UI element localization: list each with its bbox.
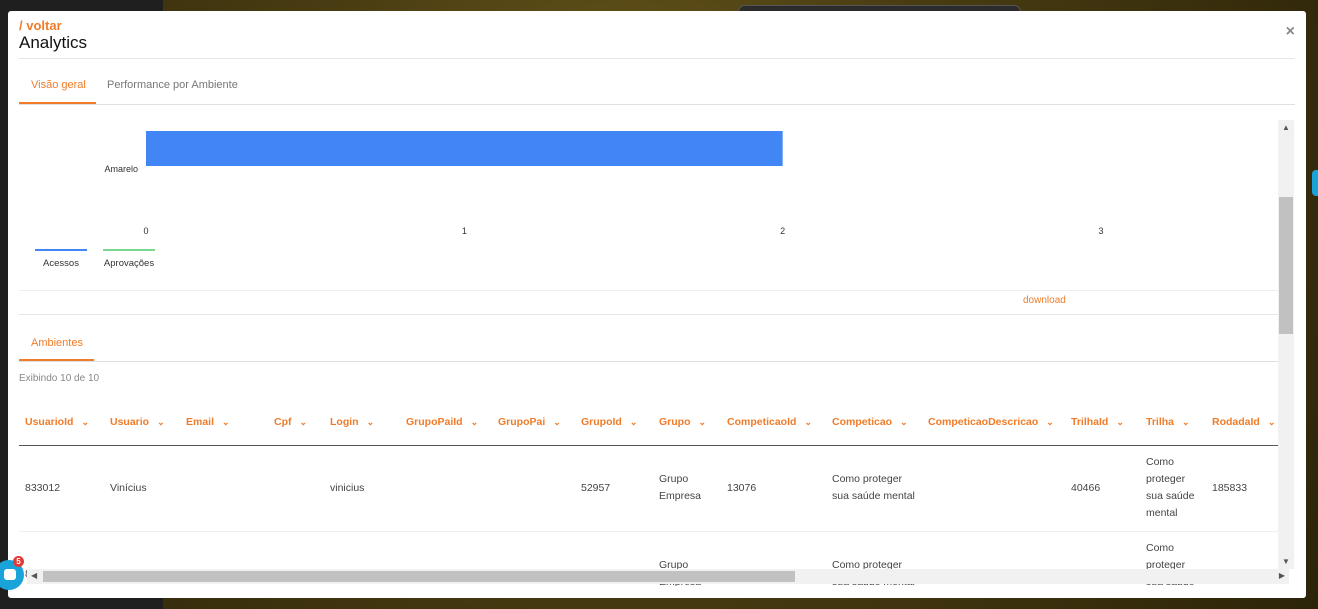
chart-card-bottom	[19, 314, 1279, 315]
chart-footer-divider	[19, 290, 1279, 291]
column-header-label: CompeticaoDescricao	[928, 416, 1039, 429]
column-header-label: RodadaId	[1212, 416, 1260, 429]
chevron-down-icon[interactable]: ⌄	[804, 417, 812, 428]
chevron-down-icon[interactable]: ⌄	[553, 417, 561, 428]
back-link[interactable]: / voltar	[19, 18, 62, 33]
chevron-down-icon[interactable]: ⌄	[222, 417, 230, 428]
column-header[interactable]: CompeticaoDescricao ⌄	[922, 400, 1065, 446]
table-cell	[492, 445, 575, 532]
tab-ambientes[interactable]: Ambientes	[31, 337, 83, 349]
table-cell	[400, 445, 492, 532]
vertical-scroll-thumb[interactable]	[1279, 197, 1293, 334]
tab-visao-geral[interactable]: Visão geral	[31, 79, 86, 91]
column-header-label: TrilhaId	[1071, 416, 1109, 429]
column-header-label: Grupo	[659, 416, 691, 429]
active-tab-indicator	[19, 102, 96, 104]
column-header[interactable]: UsuarioId ⌄	[19, 400, 104, 446]
column-header[interactable]: GrupoPaiId ⌄	[400, 400, 492, 446]
column-header[interactable]: RodadaId ⌄	[1206, 400, 1281, 446]
column-header[interactable]: GrupoPai ⌄	[492, 400, 575, 446]
horizontal-scrollbar[interactable]: ◀ ▶	[27, 569, 1289, 584]
horizontal-scroll-thumb[interactable]	[43, 571, 795, 582]
table-cell	[268, 445, 324, 532]
tab-performance-por-ambiente[interactable]: Performance por Ambiente	[107, 79, 238, 91]
table-cell: 833012	[19, 445, 104, 532]
section-tab-indicator	[19, 359, 94, 361]
column-header[interactable]: TrilhaId ⌄	[1065, 400, 1140, 446]
tab-bar: Visão geral Performance por Ambiente	[19, 73, 1295, 105]
chevron-down-icon[interactable]: ⌄	[471, 417, 479, 428]
x-tick-label: 0	[143, 226, 148, 236]
column-header[interactable]: Cpf ⌄	[268, 400, 324, 446]
column-header-label: Email	[186, 416, 215, 429]
scroll-right-icon[interactable]: ▶	[1279, 571, 1285, 580]
page-title: Analytics	[19, 33, 88, 52]
scroll-left-icon[interactable]: ◀	[31, 571, 37, 580]
column-header-label: Trilha	[1146, 416, 1175, 429]
chevron-down-icon[interactable]: ⌄	[1182, 417, 1190, 428]
scroll-down-icon[interactable]: ▼	[1282, 557, 1290, 566]
column-header-label: Cpf	[274, 416, 292, 429]
chevron-down-icon[interactable]: ⌄	[81, 417, 89, 428]
table-cell: vinicius	[324, 445, 400, 532]
chevron-down-icon[interactable]: ⌄	[900, 417, 908, 428]
column-header[interactable]: Login ⌄	[324, 400, 400, 446]
column-header-label: GrupoPaiId	[406, 416, 463, 429]
content-scroll-area[interactable]: Amarelo 0 1 2 3 Acessos Aprovações download Am…	[19, 120, 1295, 586]
chevron-down-icon[interactable]: ⌄	[630, 417, 638, 428]
chat-badge: 5	[13, 556, 24, 567]
chevron-down-icon[interactable]: ⌄	[157, 417, 165, 428]
column-header[interactable]: Email ⌄	[180, 400, 268, 446]
scroll-up-icon[interactable]: ▲	[1282, 123, 1290, 132]
column-header-label: Login	[330, 416, 359, 429]
table-cell: Como proteger sua saúde mental	[826, 445, 922, 532]
chevron-down-icon[interactable]: ⌄	[367, 417, 375, 428]
column-header[interactable]: Competicao ⌄	[826, 400, 922, 446]
chat-icon	[4, 569, 16, 580]
column-header[interactable]: Trilha ⌄	[1140, 400, 1206, 446]
x-tick-label: 1	[462, 226, 467, 236]
table-header-row: UsuarioId ⌄ Usuario ⌄ Email ⌄ Cpf ⌄ Login ⌄ GrupoP…	[19, 400, 1281, 446]
table-cell: Vinícius	[104, 445, 180, 532]
showing-count: Exibindo 10 de 10	[19, 373, 100, 384]
column-header[interactable]: Usuario ⌄	[104, 400, 180, 446]
column-header-label: GrupoPai	[498, 416, 546, 429]
section-tab-bar: Ambientes	[19, 326, 1279, 362]
table-cell	[180, 445, 268, 532]
category-label: Amarelo	[104, 164, 138, 174]
legend-label: Aprovações	[104, 258, 154, 269]
background-side-tab	[1312, 170, 1318, 196]
table-cell: 40466	[1065, 445, 1140, 532]
chevron-down-icon[interactable]: ⌄	[1046, 417, 1054, 428]
column-header-label: CompeticaoId	[727, 416, 797, 429]
table-cell: 52957	[575, 445, 653, 532]
table-row[interactable]: 833012 Vinícius vinicius 52957 Grupo Empresa…	[19, 445, 1281, 532]
column-header-label: UsuarioId	[25, 416, 74, 429]
close-icon[interactable]: ×	[1286, 23, 1295, 41]
column-header-label: GrupoId	[581, 416, 622, 429]
x-tick-label: 2	[780, 226, 785, 236]
download-link[interactable]: download	[1023, 295, 1066, 306]
chevron-down-icon[interactable]: ⌄	[300, 417, 308, 428]
vertical-scrollbar[interactable]: ▲ ▼	[1278, 120, 1294, 569]
analytics-modal: / voltar Analytics × Visão geral Perform…	[8, 11, 1306, 598]
table-cell	[922, 445, 1065, 532]
column-header-label: Competicao	[832, 416, 893, 429]
table-cell: Grupo Empresa	[653, 445, 721, 532]
chevron-down-icon[interactable]: ⌄	[699, 417, 707, 428]
column-header[interactable]: Grupo ⌄	[653, 400, 721, 446]
ambientes-table: UsuarioId ⌄ Usuario ⌄ Email ⌄ Cpf ⌄ Login ⌄ GrupoP…	[19, 400, 1281, 586]
x-tick-label: 3	[1098, 226, 1103, 236]
column-header[interactable]: CompeticaoId ⌄	[721, 400, 826, 446]
column-header-label: Usuario	[110, 416, 150, 429]
title-divider	[19, 58, 1295, 59]
table-cell: Como proteger sua saúde mental	[1140, 445, 1206, 532]
column-header[interactable]: GrupoId ⌄	[575, 400, 653, 446]
table-cell: 185833	[1206, 445, 1281, 532]
bar	[146, 131, 783, 166]
chevron-down-icon[interactable]: ⌄	[1268, 417, 1276, 428]
table-cell: 13076	[721, 445, 826, 532]
legend-label: Acessos	[43, 258, 79, 269]
chevron-down-icon[interactable]: ⌄	[1116, 417, 1124, 428]
